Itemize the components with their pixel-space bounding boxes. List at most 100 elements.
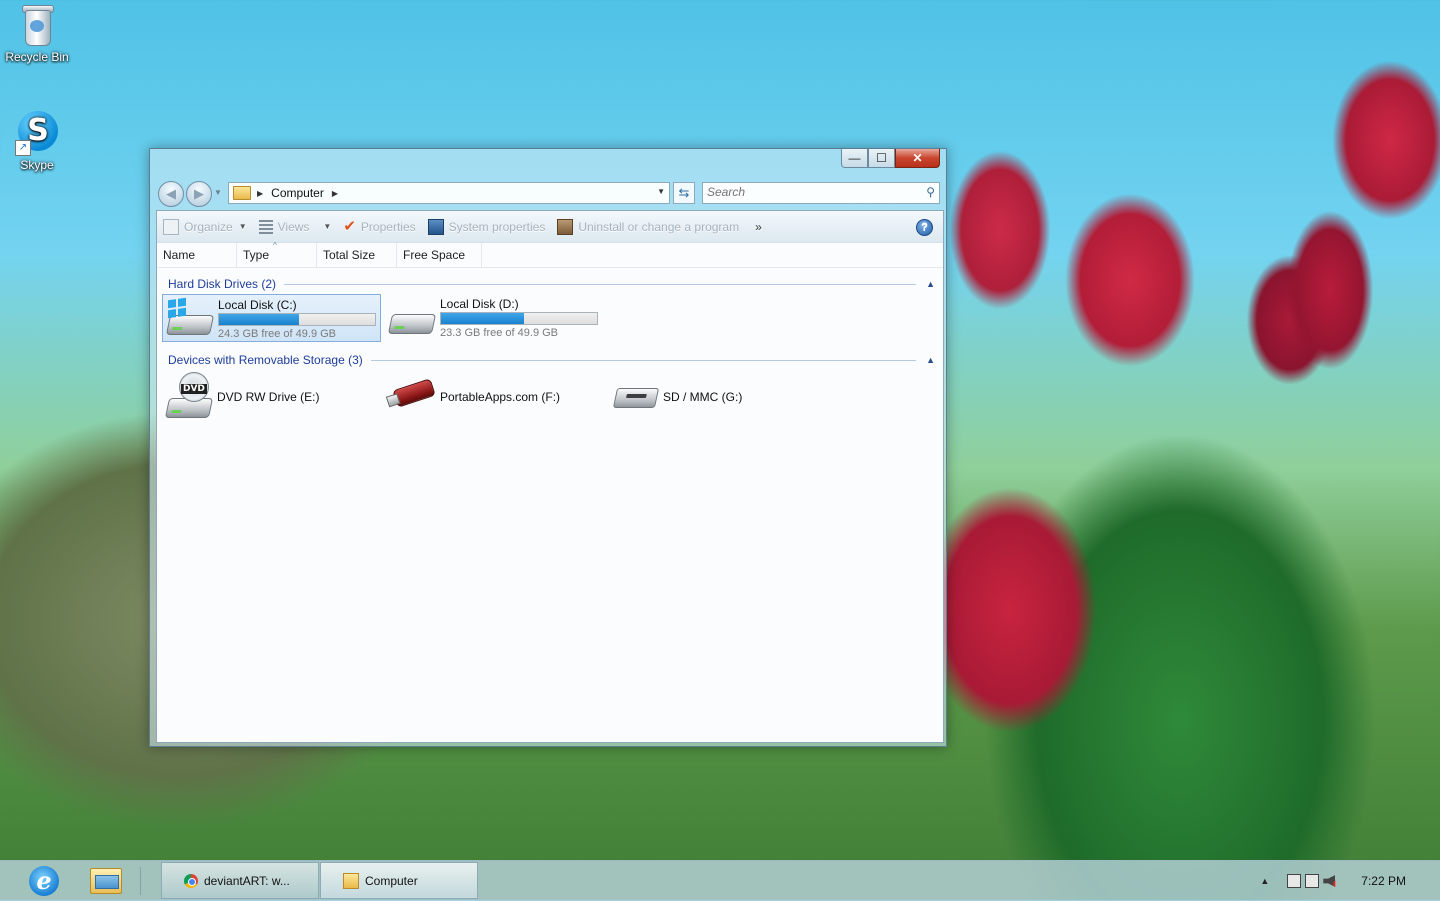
pinned-file-explorer[interactable]: [76, 863, 136, 899]
drive-tile-e[interactable]: DVD DVD RW Drive (E:): [162, 370, 381, 422]
folder-icon: [343, 872, 359, 889]
breadcrumb-computer[interactable]: Computer: [271, 186, 324, 200]
taskbar-button-deviantart[interactable]: deviantART: w...: [161, 862, 319, 899]
drive-tile-c[interactable]: Local Disk (C:) 24.3 GB free of 49.9 GB: [162, 294, 381, 342]
system-properties-icon: [427, 218, 444, 235]
organize-button[interactable]: Organize ▼: [163, 218, 247, 235]
usb-drive-icon: [388, 376, 436, 414]
address-history-dropdown[interactable]: ▼: [657, 187, 665, 196]
drive-name: PortableApps.com (F:): [440, 390, 561, 404]
organize-icon: [163, 218, 179, 235]
chevron-down-icon: ▼: [238, 222, 247, 231]
chrome-icon: [184, 873, 198, 888]
properties-label: Properties: [360, 219, 416, 234]
search-icon[interactable]: ⚲: [926, 185, 935, 199]
taskbar-divider: [140, 867, 141, 895]
desktop-icon-label: Recycle Bin: [5, 50, 69, 64]
command-toolbar: Organize ▼ Views ▼ ✔ Properties System p…: [157, 211, 943, 243]
skype-icon: S ↗: [15, 110, 59, 156]
minimize-button[interactable]: —: [841, 149, 868, 168]
drive-free-space: 24.3 GB free of 49.9 GB: [218, 328, 337, 340]
volume-icon[interactable]: [1323, 875, 1336, 887]
drive-usage-bar: [218, 313, 376, 326]
programs-icon: [557, 218, 574, 235]
close-button[interactable]: ✕: [895, 149, 940, 168]
system-tray: ▲ 7:22 PM: [1260, 861, 1440, 901]
drive-free-space: 23.3 GB free of 49.9 GB: [440, 327, 559, 339]
sd-card-icon: [611, 376, 660, 414]
taskbar-button-computer[interactable]: Computer: [320, 862, 478, 899]
navigation-bar: ◀ ▶ ▼ ▶ Computer ▶ ▼ ⇆ ⚲: [158, 180, 940, 207]
column-headers: Name Type Total Size Free Space ^: [157, 241, 943, 268]
hdd-windows-icon: [165, 297, 215, 339]
maximize-button[interactable]: ☐: [868, 149, 895, 168]
refresh-button[interactable]: ⇆: [673, 182, 695, 204]
breadcrumb-separator-icon[interactable]: ▶: [332, 189, 338, 198]
collapse-group-icon[interactable]: ▲: [926, 279, 935, 289]
hard-disk-tiles: Local Disk (C:) 24.3 GB free of 49.9 GB …: [157, 294, 943, 342]
group-header-removable-storage[interactable]: Devices with Removable Storage (3) ▲: [157, 350, 943, 370]
help-icon[interactable]: ?: [916, 219, 933, 236]
hdd-icon: [387, 300, 437, 338]
address-bar[interactable]: ▶ Computer ▶ ▼: [228, 182, 670, 204]
internet-explorer-icon: e: [29, 866, 59, 896]
column-header-free-space[interactable]: Free Space: [397, 243, 482, 267]
drive-name: Local Disk (C:): [218, 298, 297, 312]
views-button[interactable]: Views ▼: [258, 219, 332, 234]
recent-pages-dropdown[interactable]: ▼: [214, 188, 222, 197]
chevron-down-icon: ▼: [323, 222, 332, 231]
desktop-icon-recycle-bin[interactable]: Recycle Bin: [0, 2, 74, 64]
drive-tile-f[interactable]: PortableApps.com (F:): [385, 370, 604, 422]
checkmark-icon: ✔: [343, 217, 356, 235]
column-header-type[interactable]: Type: [237, 243, 317, 267]
properties-button[interactable]: ✔ Properties: [343, 217, 416, 235]
column-header-name[interactable]: Name: [157, 243, 237, 267]
group-title: Hard Disk Drives (2): [168, 277, 277, 291]
forward-button[interactable]: ▶: [186, 181, 212, 207]
shortcut-arrow-icon: ↗: [15, 140, 31, 156]
views-icon: [258, 219, 273, 234]
drive-usage-fill: [441, 313, 524, 324]
taskbar-button-label: Computer: [365, 873, 418, 888]
caption-buttons: — ☐ ✕: [841, 149, 940, 168]
drive-usage-fill: [219, 314, 299, 325]
clock[interactable]: 7:22 PM: [1361, 874, 1406, 888]
search-input[interactable]: [703, 183, 911, 201]
content-pane: Organize ▼ Views ▼ ✔ Properties System p…: [156, 210, 944, 743]
power-icon[interactable]: [1287, 874, 1302, 888]
group-title: Devices with Removable Storage (3): [168, 353, 363, 367]
group-divider: [284, 283, 917, 285]
computer-folder-icon: [233, 186, 251, 200]
drive-tile-d[interactable]: Local Disk (D:) 23.3 GB free of 49.9 GB: [385, 294, 604, 342]
breadcrumb-separator-icon[interactable]: ▶: [257, 189, 263, 198]
file-explorer-icon: [90, 868, 122, 894]
explorer-window: — ☐ ✕ ◀ ▶ ▼ ▶ Computer ▶ ▼ ⇆ ⚲ Organize …: [149, 148, 947, 747]
removable-device-tiles: DVD DVD RW Drive (E:) PortableApps.com (…: [157, 370, 943, 422]
group-divider: [370, 359, 917, 361]
system-properties-button[interactable]: System properties: [427, 218, 546, 235]
uninstall-program-button[interactable]: Uninstall or change a program: [557, 218, 740, 235]
network-icon[interactable]: [1305, 874, 1320, 888]
show-hidden-icons-button[interactable]: ▲: [1260, 876, 1269, 886]
search-box: ⚲: [702, 182, 940, 204]
pinned-internet-explorer[interactable]: e: [14, 863, 74, 899]
collapse-group-icon[interactable]: ▲: [926, 355, 935, 365]
dvd-drive-icon: DVD: [164, 372, 214, 418]
drive-name: Local Disk (D:): [440, 297, 519, 311]
group-header-hard-disk-drives[interactable]: Hard Disk Drives (2) ▲: [157, 274, 943, 294]
sort-ascending-icon: ^: [273, 241, 277, 250]
toolbar-overflow-button[interactable]: »: [755, 220, 762, 234]
drive-name: SD / MMC (G:): [663, 390, 743, 404]
column-header-total-size[interactable]: Total Size: [317, 243, 397, 267]
desktop-icon-skype[interactable]: S ↗ Skype: [0, 110, 74, 172]
uninstall-label: Uninstall or change a program: [578, 219, 740, 234]
taskbar-button-label: deviantART: w...: [204, 873, 290, 888]
back-button[interactable]: ◀: [158, 181, 184, 207]
organize-label: Organize: [184, 219, 233, 234]
system-properties-label: System properties: [448, 219, 546, 234]
views-label: Views: [277, 219, 310, 234]
desktop-icon-label: Skype: [20, 158, 54, 172]
drive-tile-g[interactable]: SD / MMC (G:): [608, 370, 827, 422]
drive-usage-bar: [440, 312, 598, 325]
drive-name: DVD RW Drive (E:): [217, 390, 320, 404]
